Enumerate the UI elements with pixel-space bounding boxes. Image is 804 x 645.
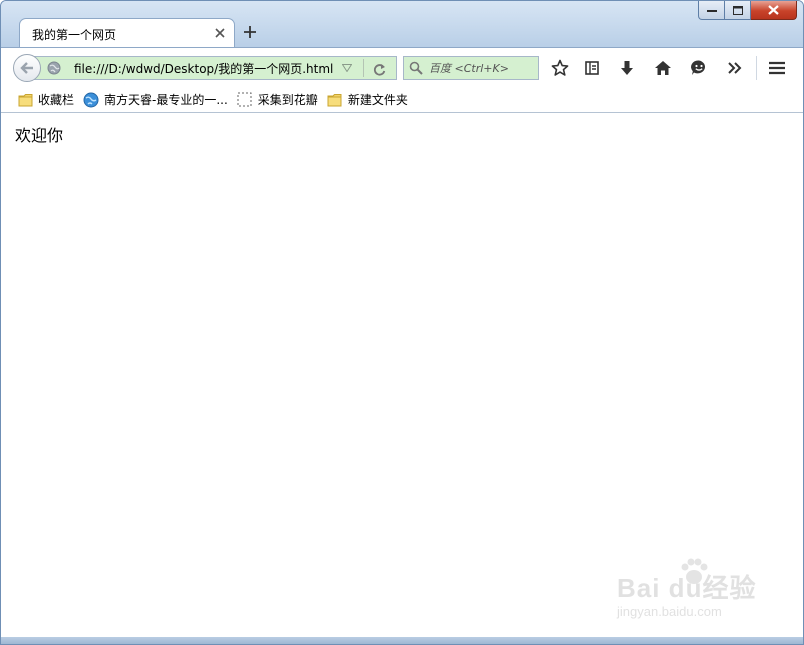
bookmark-label: 南方天睿-最专业的一...	[104, 93, 228, 107]
tab-title: 我的第一个网页	[32, 28, 117, 42]
window-bottom-border	[1, 637, 803, 644]
close-icon	[768, 5, 779, 15]
reading-list-icon	[585, 61, 599, 75]
chevron-down-icon	[342, 64, 352, 72]
new-tab-button[interactable]	[241, 23, 259, 41]
menu-icon	[769, 61, 785, 75]
folder-icon	[327, 92, 343, 108]
download-icon	[621, 61, 633, 75]
menu-button[interactable]	[766, 57, 788, 79]
search-input[interactable]	[429, 59, 535, 77]
bookmark-label: 采集到花瓣	[257, 93, 318, 107]
url-input[interactable]	[74, 59, 336, 77]
arrow-left-icon	[20, 62, 33, 74]
toolbar-separator	[756, 56, 757, 80]
bookmark-nanfang[interactable]: 南方天睿-最专业的一...	[83, 91, 228, 108]
window-controls	[698, 1, 797, 20]
navigation-toolbar	[1, 47, 803, 87]
welcome-text: 欢迎你	[15, 126, 64, 145]
bookmark-label: 收藏栏	[38, 93, 75, 107]
home-icon	[655, 61, 671, 75]
bookmark-star-button[interactable]	[549, 57, 571, 79]
minimize-icon	[706, 10, 717, 12]
dashed-box-icon	[237, 92, 253, 108]
bookmark-label: 新建文件夹	[347, 93, 408, 107]
back-button[interactable]	[13, 54, 41, 82]
close-window-button[interactable]	[751, 1, 797, 20]
bookmark-huaban[interactable]: 采集到花瓣	[237, 91, 318, 108]
baidu-jingyan-watermark: Bai du经验 jingyan.baidu.com	[617, 558, 767, 628]
globe-icon	[47, 61, 61, 75]
download-button[interactable]	[616, 57, 638, 79]
overflow-icon	[728, 62, 742, 74]
plus-icon	[244, 26, 256, 38]
reading-list-button[interactable]	[581, 57, 603, 79]
star-icon	[551, 59, 569, 76]
tab-close-button[interactable]	[214, 27, 226, 39]
close-icon	[215, 28, 225, 38]
maximize-icon	[732, 5, 743, 15]
url-separator	[363, 59, 364, 77]
browser-window: 我的第一个网页 file:///D:/wdwd/Desktop/我的第一个网页.…	[0, 0, 804, 645]
home-button[interactable]	[652, 57, 674, 79]
title-bar: 我的第一个网页	[1, 1, 803, 48]
minimize-button[interactable]	[698, 1, 725, 20]
bookmark-folder-favorites[interactable]: 收藏栏	[17, 91, 74, 108]
page-content: 欢迎你 Bai du经验 jingyan.baidu.com	[1, 113, 803, 639]
reload-button[interactable]	[371, 61, 387, 77]
globe-icon	[83, 92, 99, 108]
url-dropdown-button[interactable]	[341, 62, 353, 74]
bookmark-folder-new[interactable]: 新建文件夹	[327, 91, 408, 108]
tab-active[interactable]: 我的第一个网页	[19, 18, 235, 48]
maximize-button[interactable]	[725, 1, 751, 20]
overflow-button[interactable]	[724, 57, 746, 79]
reload-icon	[373, 63, 385, 76]
folder-icon	[17, 92, 33, 108]
search-icon	[409, 61, 423, 75]
paw-icon	[681, 558, 708, 584]
url-bar[interactable]	[27, 56, 397, 80]
watermark-url: jingyan.baidu.com	[617, 604, 722, 619]
smiley-icon	[691, 60, 705, 75]
hello-button[interactable]	[688, 57, 710, 79]
bookmarks-toolbar: 收藏栏 南方天睿-最专业的一... 采集到花瓣 新建文件夹	[1, 87, 803, 113]
search-bar[interactable]	[403, 56, 539, 80]
